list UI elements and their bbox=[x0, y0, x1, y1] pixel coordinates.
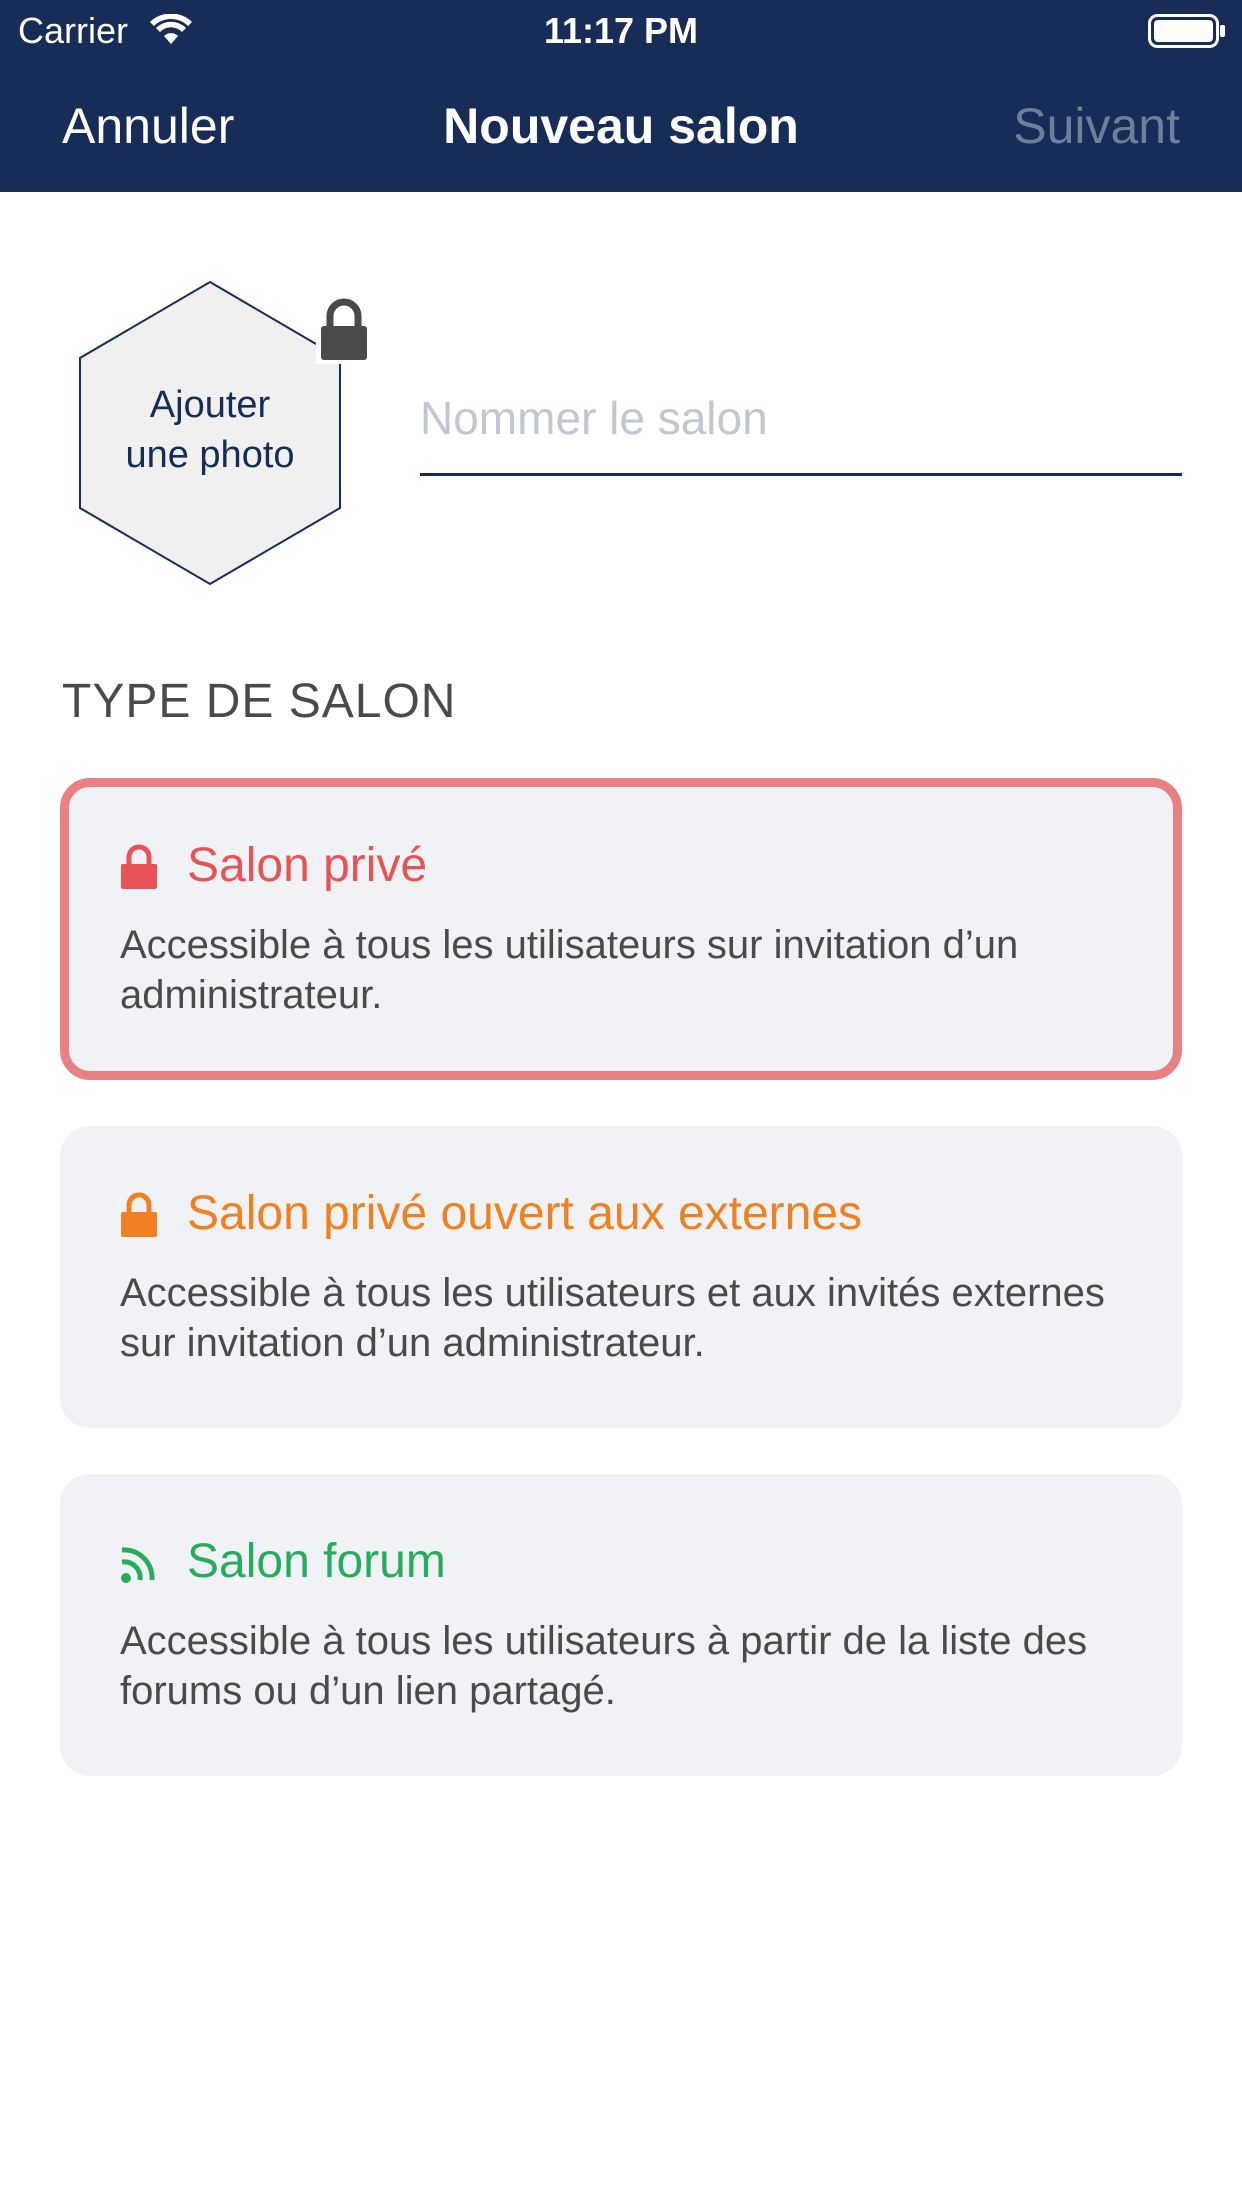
room-name-input[interactable] bbox=[420, 380, 1182, 476]
battery-icon bbox=[1148, 14, 1225, 48]
rss-icon bbox=[121, 1547, 155, 1583]
room-type-description: Accessible à tous les utilisateurs sur i… bbox=[120, 923, 1019, 1017]
next-button[interactable]: Suivant bbox=[1013, 97, 1180, 155]
room-type-title: Salon forum bbox=[187, 1535, 446, 1588]
room-type-forum-card[interactable]: Salon forum Accessible à tous les utilis… bbox=[60, 1474, 1182, 1776]
add-photo-label: Ajouter une photo bbox=[125, 384, 295, 476]
add-photo-button[interactable]: Ajouter une photo bbox=[78, 280, 342, 586]
room-type-description: Accessible à tous les utilisateurs à par… bbox=[120, 1619, 1088, 1713]
header: Carrier 11:17 PM Annuler Nouveau salon S… bbox=[0, 0, 1242, 192]
room-type-title: Salon privé bbox=[187, 839, 428, 892]
room-type-private-card[interactable]: Salon privé Accessible à tous les utilis… bbox=[60, 778, 1182, 1080]
status-bar: Carrier 11:17 PM bbox=[0, 0, 1242, 62]
navigation-bar: Annuler Nouveau salon Suivant bbox=[0, 62, 1242, 192]
status-time: 11:17 PM bbox=[543, 10, 699, 51]
lock-icon bbox=[316, 296, 372, 364]
room-type-description: Accessible à tous les utilisateurs et au… bbox=[120, 1271, 1105, 1365]
section-title: TYPE DE SALON bbox=[62, 675, 457, 728]
lock-icon bbox=[121, 1192, 157, 1237]
room-type-title: Salon privé ouvert aux externes bbox=[187, 1187, 863, 1240]
lock-icon bbox=[121, 844, 157, 889]
room-type-private-external-card[interactable]: Salon privé ouvert aux externes Accessib… bbox=[60, 1126, 1182, 1428]
cancel-button[interactable]: Annuler bbox=[62, 97, 234, 155]
